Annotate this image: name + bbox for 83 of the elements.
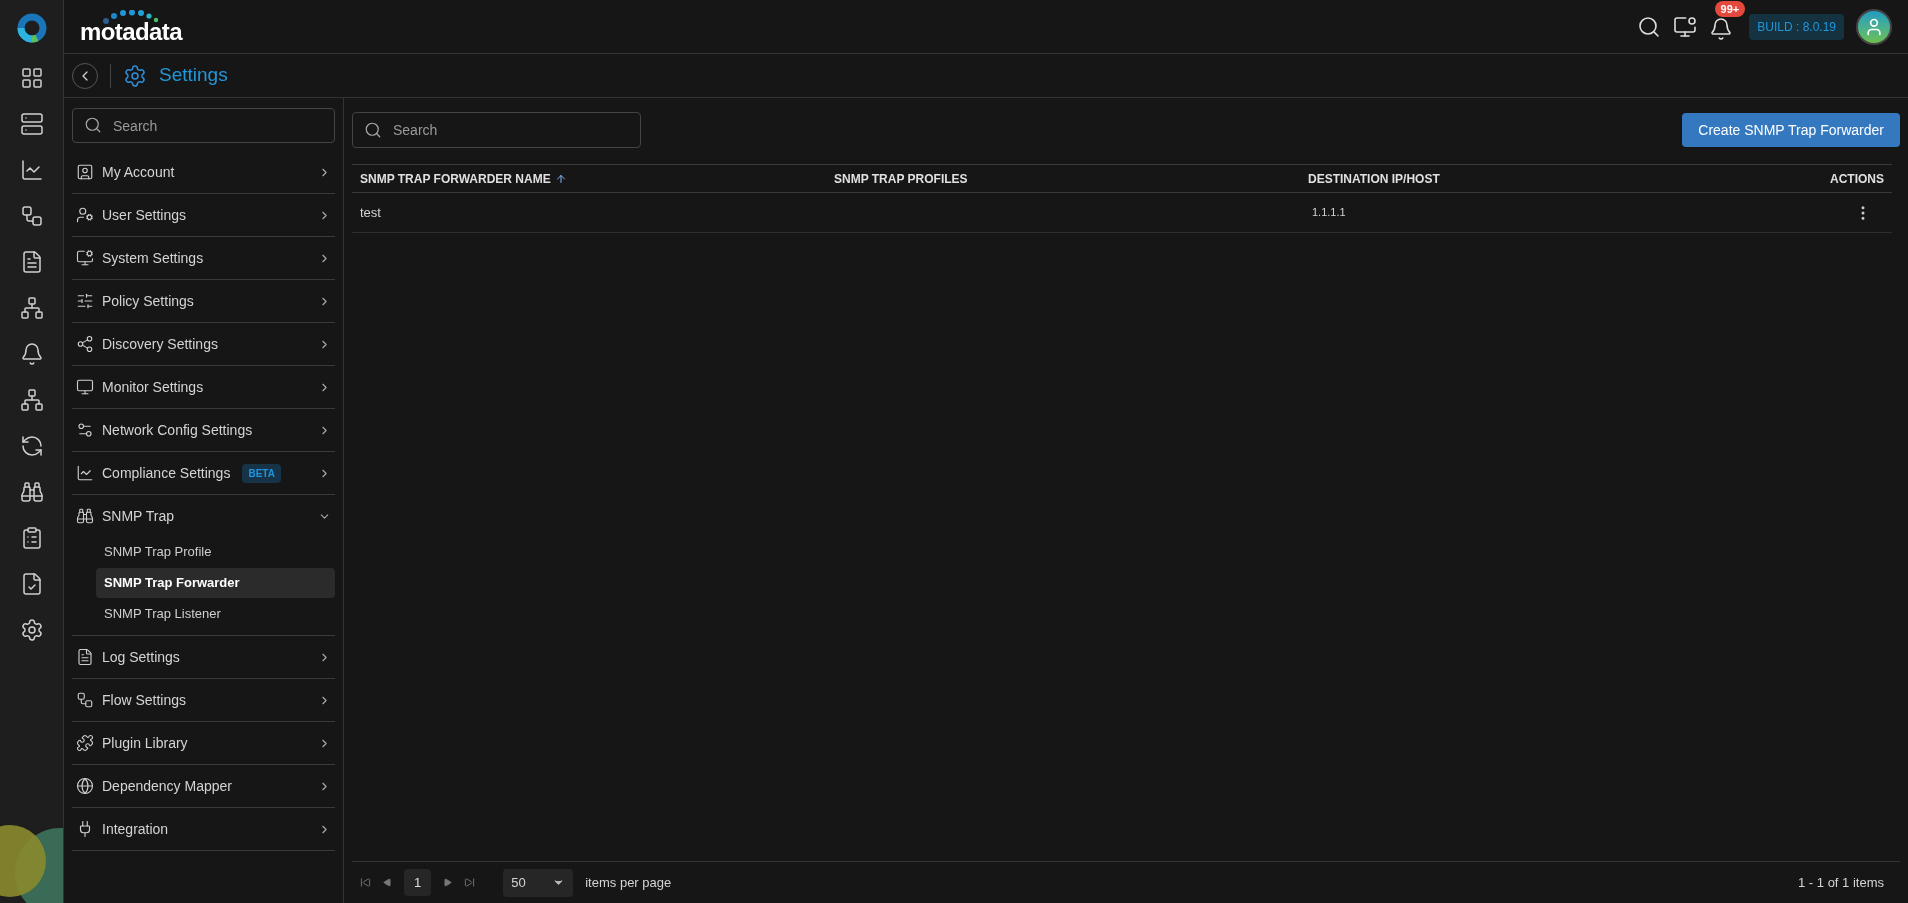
build-version: BUILD : 8.0.19 — [1749, 13, 1844, 40]
table-cell-text: test — [360, 203, 382, 222]
sidebar-item[interactable]: Plugin Library — [72, 722, 335, 764]
workflow-icon — [76, 691, 94, 709]
page-size-select[interactable]: 50 — [503, 868, 574, 897]
globe-icon — [76, 777, 94, 795]
sidebar-item[interactable]: User Settings — [72, 194, 335, 236]
user-avatar[interactable] — [1856, 8, 1892, 45]
sidebar-item[interactable]: System Settings — [72, 237, 335, 279]
user-silhouette-icon — [1864, 16, 1884, 37]
logo-text: motadata — [80, 19, 182, 44]
search-icon — [364, 121, 382, 139]
sidebar-item-label: Integration — [102, 819, 169, 839]
sidebar-item-label: System Settings — [102, 248, 204, 268]
items-per-page-label: items per page — [585, 873, 672, 892]
sidebar-item[interactable]: Compliance Settings BETA — [72, 452, 335, 494]
grid-icon[interactable] — [19, 66, 44, 90]
sidebar-item-label: SNMP Trap — [102, 506, 175, 526]
sidebar-item-label: Flow Settings — [102, 690, 187, 710]
app-logo-icon — [15, 12, 48, 44]
column-header[interactable]: SNMP TRAP FORWARDER NAME — [360, 169, 834, 188]
table-search-field[interactable]: Search — [352, 112, 641, 148]
sidebar-item-label: Compliance Settings — [102, 463, 231, 483]
sidebar-item-label: My Account — [102, 162, 175, 182]
monitor-icon — [76, 378, 94, 396]
bell-icon[interactable] — [19, 342, 44, 366]
puzzle-icon — [76, 734, 94, 752]
binoculars-icon[interactable] — [19, 480, 44, 504]
table-cell-text: 1.1.1.1 — [1311, 205, 1347, 221]
search-icon[interactable] — [1637, 14, 1662, 39]
server-icon[interactable] — [19, 112, 44, 136]
sidebar-item-label: Plugin Library — [102, 733, 188, 753]
sidebar-item[interactable]: My Account — [72, 151, 335, 193]
sidebar-item[interactable]: Monitor Settings — [72, 366, 335, 408]
sidebar-item-label: User Settings — [102, 205, 187, 225]
pagination-summary: 1 - 1 of 1 items — [1798, 873, 1884, 892]
settings-gear-icon — [123, 63, 147, 88]
chart-icon — [76, 464, 94, 482]
account-icon — [76, 163, 94, 181]
last-page-icon[interactable] — [464, 877, 476, 888]
sidebar-item-label: Dependency Mapper — [102, 776, 232, 796]
monitor-gear-icon — [76, 249, 94, 267]
column-header[interactable]: ACTIONS — [1830, 169, 1884, 188]
first-page-icon[interactable] — [360, 877, 371, 888]
notification-bell-icon[interactable] — [1709, 16, 1734, 41]
nodes-icon — [76, 335, 94, 353]
network-icon[interactable] — [19, 296, 44, 320]
hierarchy-icon[interactable] — [19, 388, 44, 412]
binoculars-icon — [76, 507, 94, 525]
create-forwarder-button[interactable]: Create SNMP Trap Forwarder — [1682, 113, 1900, 147]
previous-page-icon[interactable] — [383, 878, 392, 887]
document-icon — [76, 648, 94, 666]
sidebar-item-label: Policy Settings — [102, 291, 194, 311]
settings-icon[interactable] — [19, 618, 44, 642]
sidebar-item[interactable]: Network Config Settings — [72, 409, 335, 451]
sidebar-item[interactable]: Discovery Settings — [72, 323, 335, 365]
next-page-icon[interactable] — [443, 878, 453, 887]
page-title: Settings — [159, 63, 228, 88]
submenu-item[interactable]: SNMP Trap Forwarder — [96, 568, 335, 598]
sidebar-search-field[interactable]: Search — [72, 108, 335, 143]
sidebar-item-label: Monitor Settings — [102, 377, 204, 397]
beta-badge: BETA — [242, 463, 281, 483]
sidebar-item[interactable]: Flow Settings — [72, 679, 335, 721]
sidebar-item[interactable]: Integration — [72, 808, 335, 850]
workflow-icon[interactable] — [19, 204, 44, 228]
notification-count: 99+ — [1714, 0, 1746, 17]
column-header[interactable]: SNMP TRAP PROFILES — [834, 169, 1308, 188]
chart-icon[interactable] — [19, 158, 44, 182]
sort-ascending-icon — [554, 172, 567, 185]
search-icon — [84, 116, 102, 134]
user-settings-icon — [76, 206, 94, 224]
sidebar-item[interactable]: Policy Settings — [72, 280, 335, 322]
sidebar-item[interactable]: Log Settings — [72, 636, 335, 678]
sidebar-item-label: Network Config Settings — [102, 420, 253, 440]
sidebar-item-label: Log Settings — [102, 647, 180, 667]
sliders-icon — [76, 292, 94, 310]
column-header[interactable]: DESTINATION IP/HOST — [1308, 169, 1830, 188]
sidebar-item[interactable]: Dependency Mapper — [72, 765, 335, 807]
sidebar-item-label: Discovery Settings — [102, 334, 218, 354]
sidebar-item[interactable]: SNMP Trap — [72, 495, 335, 537]
submenu-item[interactable]: SNMP Trap Listener — [96, 599, 335, 629]
current-page[interactable]: 1 — [404, 868, 432, 897]
submenu-item[interactable]: SNMP Trap Profile — [96, 537, 335, 567]
